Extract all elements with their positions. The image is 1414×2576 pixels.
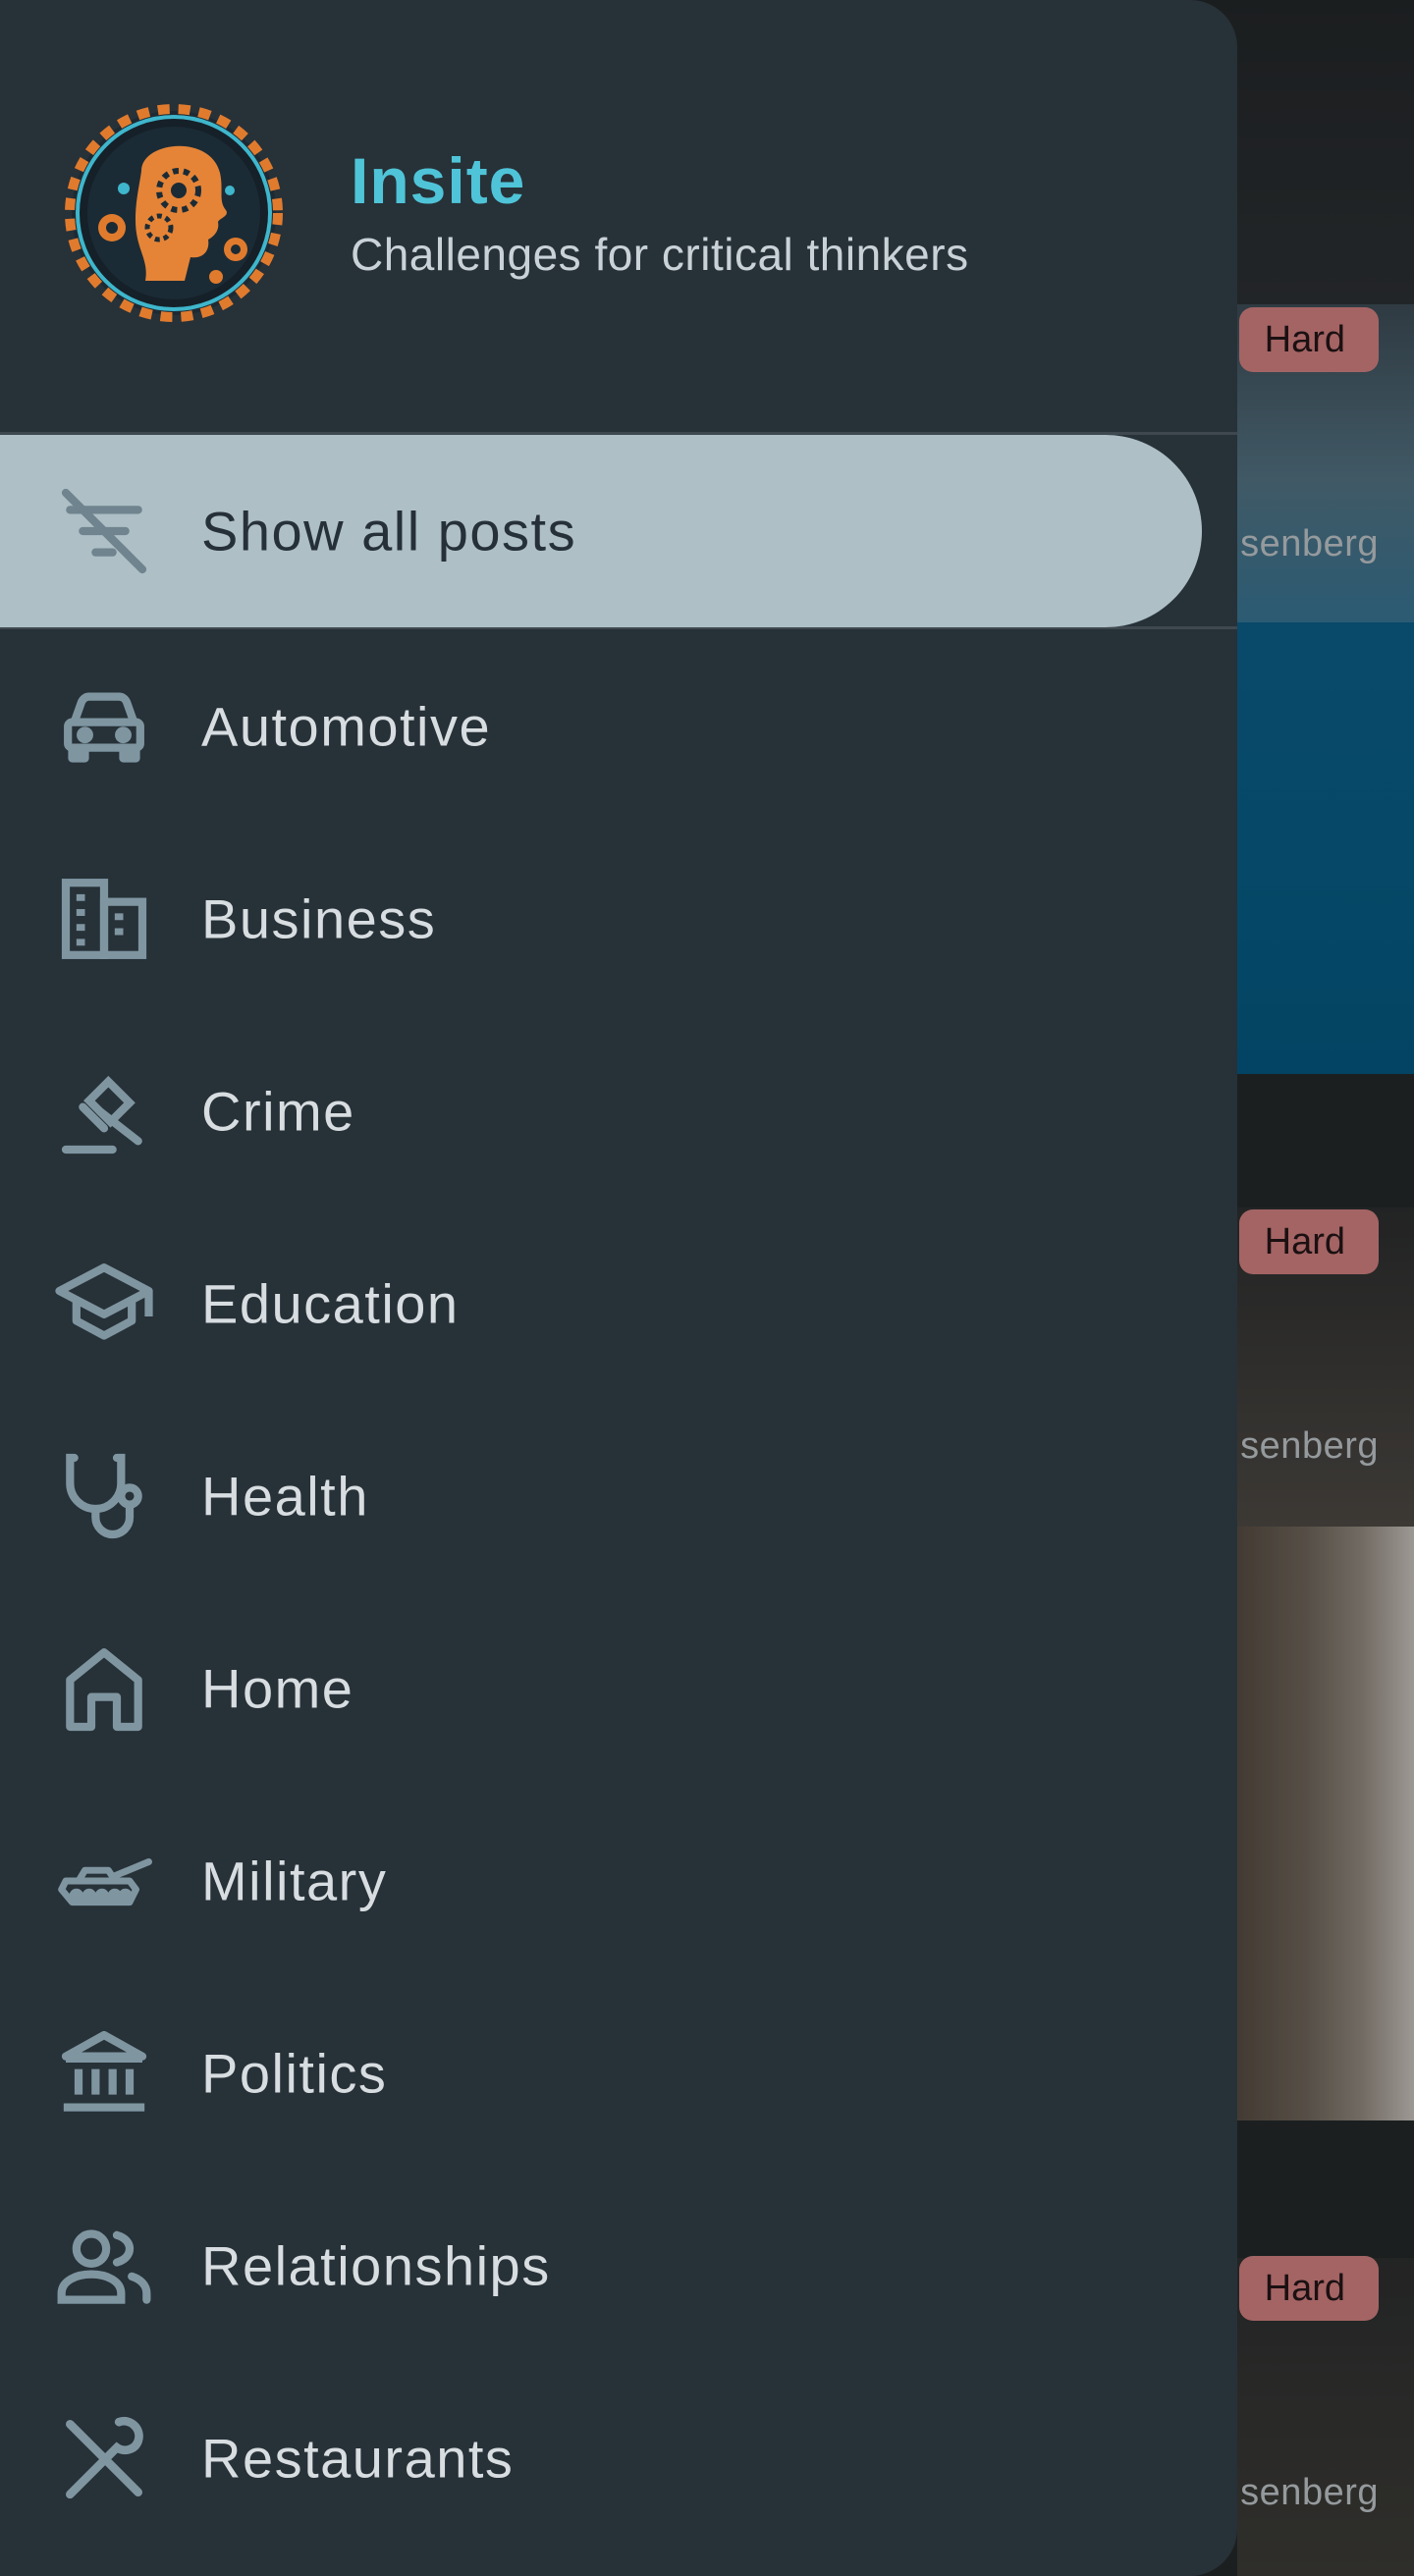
drawer-item-military[interactable]: Military [0,1785,1202,1977]
drawer-item-label: Relationships [201,2234,551,2297]
app-title: Insite [351,144,526,217]
business-building-icon [53,868,155,970]
drawer-item-label: Automotive [201,695,492,758]
gear-head-logo [65,104,283,322]
tank-icon [53,1830,155,1932]
drawer-item-crime[interactable]: Crime [0,1015,1202,1208]
drawer-item-label: Restaurants [201,2427,515,2490]
stethoscope-icon [53,1445,155,1547]
drawer-item-politics[interactable]: Politics [0,1977,1202,2170]
gavel-icon [53,1060,155,1162]
drawer-item-education[interactable]: Education [0,1208,1202,1400]
drawer-item-label: Business [201,887,437,950]
drawer-item-automotive[interactable]: Automotive [0,630,1202,823]
drawer-item-relationships[interactable]: Relationships [0,2170,1202,2362]
navigation-drawer: Insite Challenges for critical thinkers … [0,0,1237,2576]
drawer-item-home[interactable]: Home [0,1592,1202,1785]
drawer-item-label: Politics [201,2042,388,2105]
drawer-item-show-all-posts[interactable]: Show all posts [0,435,1202,627]
people-icon [53,2215,155,2317]
app-subtitle: Challenges for critical thinkers [351,229,969,280]
utensils-icon [53,2407,155,2509]
drawer-item-label: Education [201,1272,460,1335]
drawer-item-label: Crime [201,1080,355,1143]
house-icon [53,1637,155,1740]
drawer-item-label: Show all posts [201,500,577,563]
school-cap-icon [53,1253,155,1355]
drawer-item-health[interactable]: Health [0,1400,1202,1592]
drawer-header: Insite Challenges for critical thinkers [0,0,1237,432]
drawer-item-business[interactable]: Business [0,823,1202,1015]
bank-columns-icon [53,2022,155,2124]
drawer-item-restaurants[interactable]: Restaurants [0,2362,1202,2554]
drawer-item-label: Home [201,1657,354,1720]
drawer-item-label: Military [201,1850,388,1912]
car-icon [53,675,155,778]
drawer-item-label: Health [201,1465,369,1528]
filter-off-icon [53,480,155,582]
